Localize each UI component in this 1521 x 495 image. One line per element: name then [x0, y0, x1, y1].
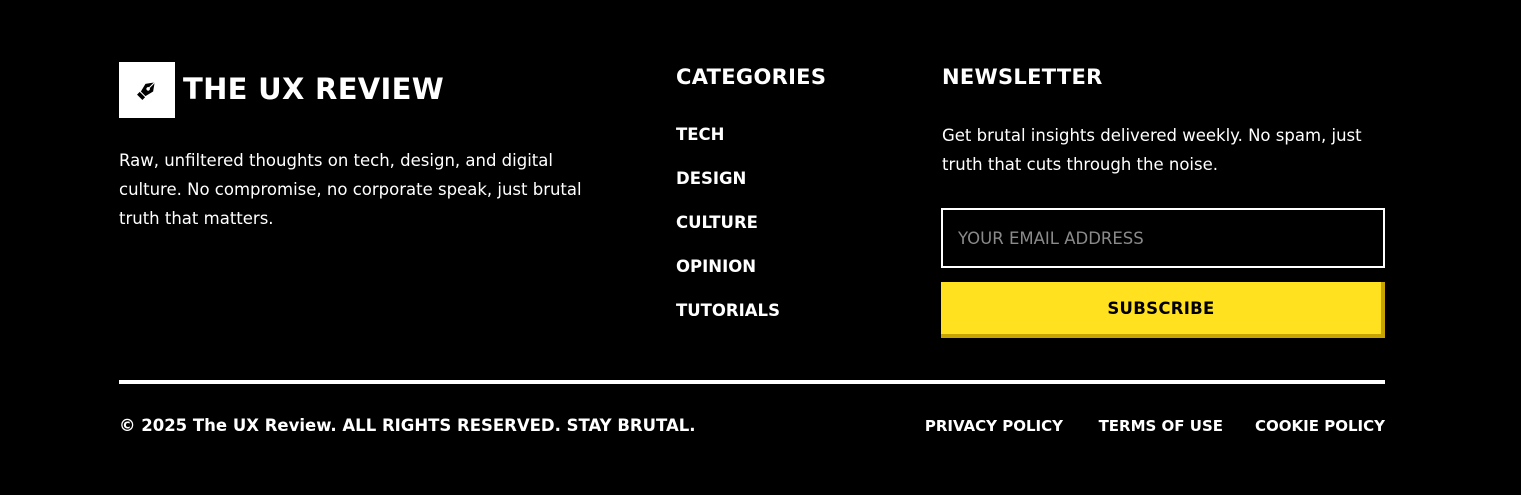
categories-title: CATEGORIES — [676, 65, 827, 89]
site-logo[interactable] — [119, 62, 175, 118]
category-link-culture[interactable]: CULTURE — [676, 209, 780, 253]
privacy-policy-link[interactable]: PRIVACY POLICY — [925, 412, 1063, 440]
brand-description: Raw, unfiltered thoughts on tech, design… — [119, 151, 582, 228]
pen-nib-icon — [137, 81, 156, 100]
cookie-policy-link[interactable]: COOKIE POLICY — [1255, 412, 1385, 440]
email-input[interactable] — [941, 208, 1385, 268]
site-footer: THE UX REVIEW Raw, unfiltered thoughts o… — [0, 0, 1521, 495]
terms-of-use-link[interactable]: TERMS OF USE — [1099, 412, 1223, 440]
categories-list: TECH DESIGN CULTURE OPINION TUTORIALS — [676, 121, 780, 341]
subscribe-button[interactable]: SUBSCRIBE — [941, 282, 1385, 338]
footer-divider — [119, 380, 1385, 384]
brand-name[interactable]: THE UX REVIEW — [183, 68, 444, 110]
category-link-tech[interactable]: TECH — [676, 121, 780, 165]
category-link-opinion[interactable]: OPINION — [676, 253, 780, 297]
newsletter-description: Get brutal insights delivered weekly. No… — [942, 126, 1362, 174]
category-link-design[interactable]: DESIGN — [676, 165, 780, 209]
category-link-tutorials[interactable]: TUTORIALS — [676, 297, 780, 341]
newsletter-title: NEWSLETTER — [942, 65, 1103, 89]
copyright-text: © 2025 The UX Review. ALL RIGHTS RESERVE… — [119, 416, 696, 435]
